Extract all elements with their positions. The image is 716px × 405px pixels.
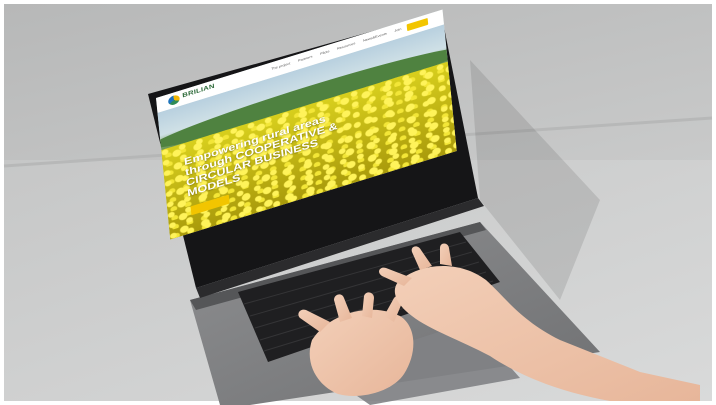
menu-item-pilots[interactable]: Pilots: [320, 49, 330, 56]
photo-scene: BRILIAN The project Partners Pilots Reso…: [0, 0, 716, 405]
brilian-logo-icon[interactable]: [167, 93, 181, 107]
menu-item-the-project[interactable]: The project: [271, 61, 290, 71]
menu-item-news-events[interactable]: News&Events: [363, 31, 387, 42]
nav-cta-button[interactable]: [406, 17, 429, 32]
menu-item-resources[interactable]: Resources: [337, 41, 356, 50]
menu-item-join[interactable]: Join: [394, 27, 401, 33]
menu-item-partners[interactable]: Partners: [298, 54, 313, 62]
